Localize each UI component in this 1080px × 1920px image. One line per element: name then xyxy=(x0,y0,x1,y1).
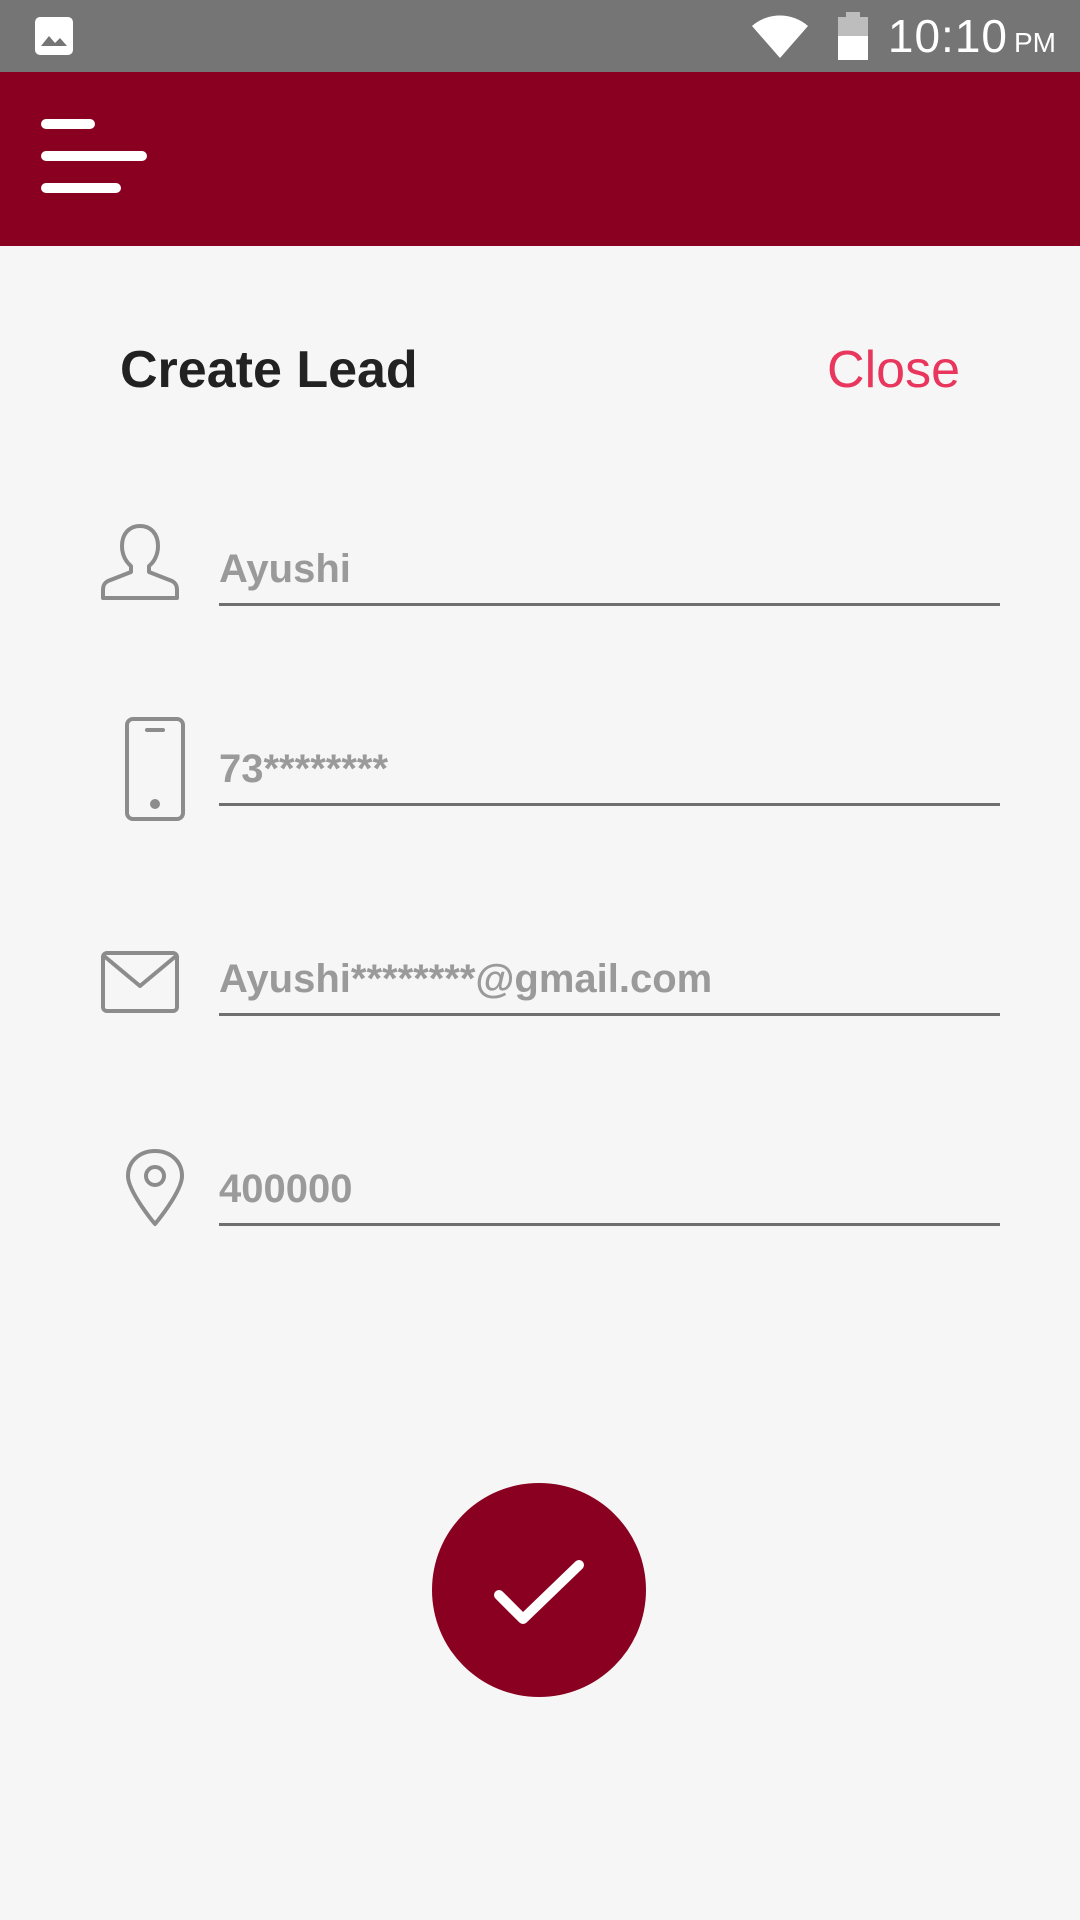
clock-ampm: PM xyxy=(1014,27,1056,58)
header-row: Create Lead Close xyxy=(0,330,1080,410)
menu-icon xyxy=(41,119,147,193)
wifi-icon xyxy=(752,15,808,58)
status-clock: 10:10 PM xyxy=(888,8,1056,64)
close-button[interactable]: Close xyxy=(827,330,960,410)
name-field-row xyxy=(0,510,1080,630)
menu-button[interactable] xyxy=(30,102,160,212)
battery-icon xyxy=(838,12,868,60)
pincode-input[interactable] xyxy=(219,1156,1000,1226)
page-title: Create Lead xyxy=(120,341,418,399)
phone-field-row xyxy=(0,710,1080,830)
person-icon xyxy=(101,524,179,600)
clock-time: 10:10 xyxy=(887,10,1008,62)
email-field-row xyxy=(0,920,1080,1040)
location-pin-icon xyxy=(126,1149,184,1226)
mobile-phone-icon xyxy=(125,717,185,821)
app-bar xyxy=(0,72,1080,246)
pincode-field-row xyxy=(0,1130,1080,1250)
status-bar: 10:10 PM xyxy=(0,0,1080,72)
name-input[interactable] xyxy=(219,536,1000,606)
email-envelope-icon xyxy=(101,951,179,1013)
email-input[interactable] xyxy=(219,946,1000,1016)
submit-button[interactable] xyxy=(432,1483,646,1697)
gallery-icon xyxy=(35,17,73,55)
checkmark-icon xyxy=(494,1560,584,1624)
phone-input[interactable] xyxy=(219,736,1000,806)
